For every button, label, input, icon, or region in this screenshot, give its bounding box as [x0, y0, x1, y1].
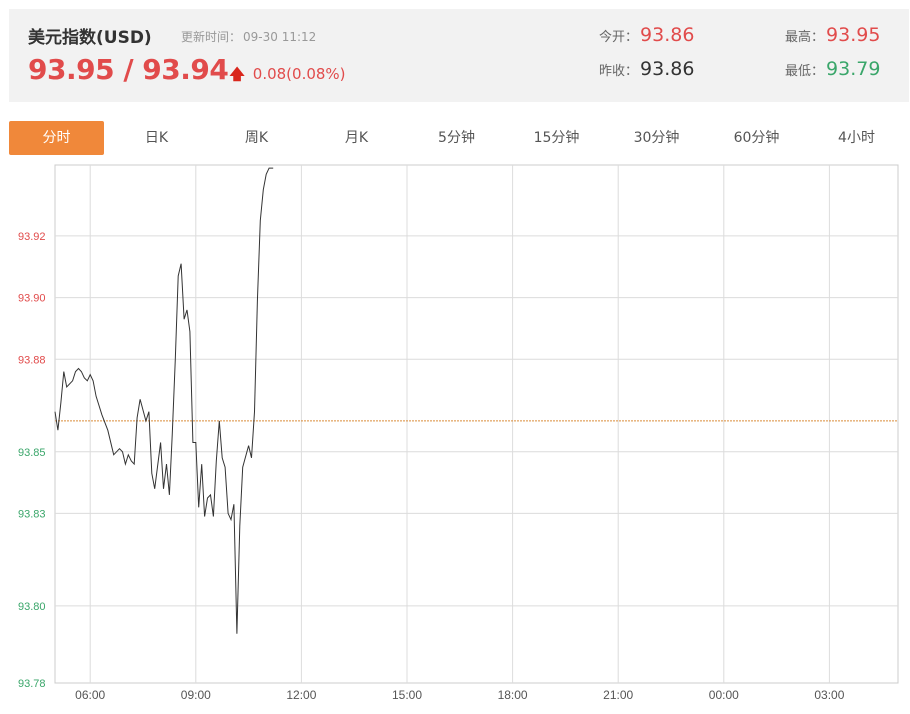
tab-monthly[interactable]: 月K	[309, 121, 404, 155]
y-tick-label: 93.92	[18, 231, 46, 243]
period-tabs: 分时 日K 周K 月K 5分钟 15分钟 30分钟 60分钟 4小时	[9, 121, 909, 155]
x-tick-label: 12:00	[286, 688, 316, 702]
update-time: 更新时间： 09-30 11:12	[179, 28, 316, 45]
price-change: 0.08(0.08%)	[252, 65, 346, 83]
x-tick-label: 06:00	[75, 688, 105, 702]
low-label: 最低：	[785, 64, 825, 79]
x-tick-label: 18:00	[498, 688, 528, 702]
instrument-title: 美元指数(USD)	[28, 28, 152, 48]
high-label: 最高：	[785, 30, 825, 45]
up-arrow-icon: 🡅	[229, 65, 245, 83]
x-tick-label: 00:00	[709, 688, 739, 702]
update-time-label: 更新时间：	[181, 30, 242, 44]
plot-area	[54, 164, 899, 684]
tab-5min[interactable]: 5分钟	[409, 121, 504, 155]
intraday-chart[interactable]: 93.92 93.90 93.88 93.85 93.83 93.80 93.78 06:00…	[0, 160, 910, 714]
x-tick-label: 09:00	[181, 688, 211, 702]
y-tick-label: 93.90	[18, 293, 46, 305]
tab-daily[interactable]: 日K	[109, 121, 204, 155]
update-time-value: 09-30 11:12	[243, 30, 317, 44]
stat-high: 最高： 93.95	[785, 24, 880, 46]
x-tick-label: 21:00	[603, 688, 633, 702]
y-tick-label: 93.85	[18, 447, 46, 459]
y-tick-label: 93.83	[18, 508, 46, 520]
open-value: 93.86	[640, 24, 695, 46]
tab-weekly[interactable]: 周K	[209, 121, 304, 155]
tab-4hour[interactable]: 4小时	[809, 121, 904, 155]
price-row: 93.95 / 93.94 🡅 0.08(0.08%)	[28, 53, 346, 89]
y-tick-label: 93.80	[18, 601, 46, 613]
x-tick-label: 03:00	[814, 688, 844, 702]
prev-close-value: 93.86	[640, 58, 695, 80]
high-value: 93.95	[826, 24, 881, 46]
prev-close-label: 昨收：	[599, 64, 639, 79]
tab-15min[interactable]: 15分钟	[509, 121, 604, 155]
open-label: 今开：	[599, 30, 639, 45]
chart-svg: 93.92 93.90 93.88 93.85 93.83 93.80 93.78 06:00…	[18, 164, 899, 702]
tab-30min[interactable]: 30分钟	[609, 121, 704, 155]
stat-low: 最低： 93.79	[785, 58, 880, 80]
y-tick-label: 93.78	[18, 678, 46, 690]
tab-60min[interactable]: 60分钟	[709, 121, 804, 155]
y-tick-label: 93.88	[18, 354, 46, 366]
tab-intraday[interactable]: 分时	[9, 121, 104, 155]
current-price: 93.95 / 93.94	[28, 53, 229, 86]
stat-prev-close: 昨收： 93.86	[599, 58, 694, 80]
stat-open: 今开： 93.86	[599, 24, 694, 46]
x-tick-label: 15:00	[392, 688, 422, 702]
quote-header: 美元指数(USD) 更新时间： 09-30 11:12 93.95 / 93.94…	[9, 9, 909, 102]
low-value: 93.79	[826, 58, 881, 80]
